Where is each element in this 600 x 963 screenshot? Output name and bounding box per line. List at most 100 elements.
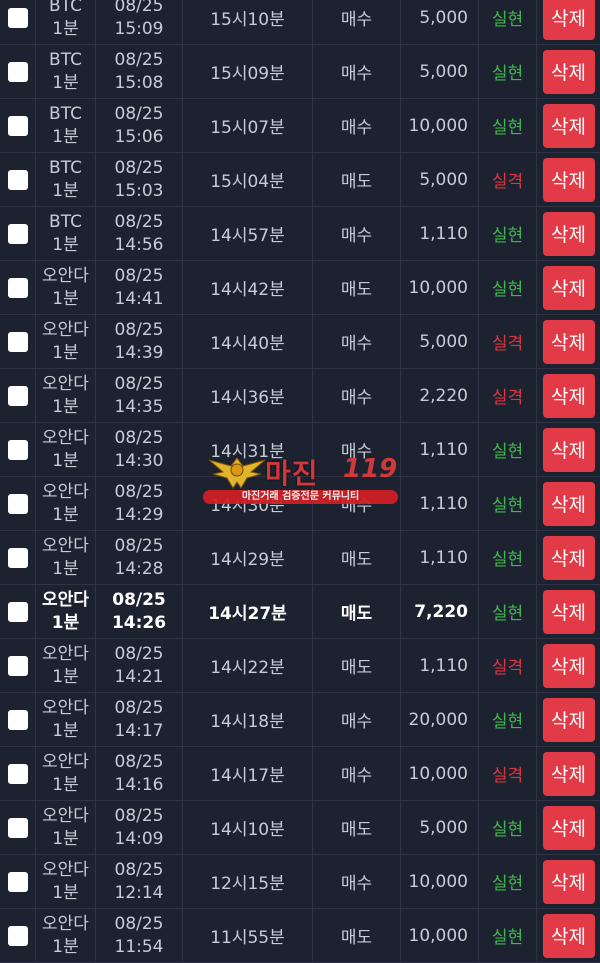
row-checkbox[interactable]: [7, 385, 28, 406]
row-checkbox[interactable]: [7, 169, 28, 190]
amount-cell: 5,000: [401, 801, 479, 854]
round-cell: 11시55분: [183, 909, 313, 962]
row-checkbox[interactable]: [7, 223, 28, 244]
delete-button[interactable]: 삭제: [542, 265, 595, 310]
row-checkbox[interactable]: [7, 7, 28, 28]
round-label: 14시29분: [210, 550, 285, 570]
round-label: 14시36분: [210, 388, 285, 408]
round-cell: 15시10분: [183, 0, 313, 44]
delete-cell: 삭제: [537, 639, 600, 692]
direction-cell: 매도: [313, 261, 401, 314]
delete-button[interactable]: 삭제: [542, 751, 595, 796]
delete-button[interactable]: 삭제: [542, 211, 595, 256]
row-checkbox[interactable]: [7, 601, 28, 622]
delete-button[interactable]: 삭제: [542, 913, 595, 958]
symbol-label: 오안다: [42, 427, 89, 448]
delete-button[interactable]: 삭제: [542, 697, 595, 742]
order-time: 14:30: [114, 450, 164, 471]
order-time-cell: 08/25 14:21: [96, 639, 183, 692]
row-checkbox[interactable]: [7, 115, 28, 136]
delete-button[interactable]: 삭제: [542, 805, 595, 850]
order-time-cell: 08/25 15:06: [96, 99, 183, 152]
delete-button[interactable]: 삭제: [542, 859, 595, 904]
delete-button[interactable]: 삭제: [542, 157, 595, 202]
result-status: 실현: [491, 928, 524, 948]
result-status: 실격: [491, 766, 524, 786]
amount-value: 1,110: [419, 223, 468, 244]
order-date: 08/25: [114, 913, 164, 934]
row-checkbox[interactable]: [7, 277, 28, 298]
row-checkbox[interactable]: [7, 439, 28, 460]
delete-button[interactable]: 삭제: [542, 643, 595, 688]
delete-cell: 삭제: [537, 585, 600, 638]
round-cell: 14시36분: [183, 369, 313, 422]
period-label: 1분: [52, 882, 79, 903]
delete-button[interactable]: 삭제: [542, 0, 595, 40]
round-label: 15시04분: [210, 172, 285, 192]
delete-button[interactable]: 삭제: [542, 589, 595, 634]
row-checkbox[interactable]: [7, 871, 28, 892]
order-time-cell: 08/25 14:09: [96, 801, 183, 854]
symbol-cell: 오안다 1분: [36, 585, 96, 638]
amount-value: 1,110: [419, 547, 468, 568]
direction-cell: 매수: [313, 693, 401, 746]
round-cell: 14시18분: [183, 693, 313, 746]
direction-label: 매도: [340, 928, 373, 948]
row-select-cell: [0, 477, 36, 530]
direction-label: 매도: [340, 172, 373, 192]
delete-cell: 삭제: [537, 477, 600, 530]
direction-cell: 매도: [313, 801, 401, 854]
symbol-label: BTC: [49, 157, 82, 178]
row-select-cell: [0, 693, 36, 746]
period-label: 1분: [52, 828, 79, 849]
row-checkbox[interactable]: [7, 493, 28, 514]
row-select-cell: [0, 207, 36, 260]
row-checkbox[interactable]: [7, 763, 28, 784]
order-time: 14:56: [114, 234, 164, 255]
row-select-cell: [0, 423, 36, 476]
row-select-cell: [0, 261, 36, 314]
row-checkbox[interactable]: [7, 331, 28, 352]
period-label: 1분: [52, 936, 79, 957]
amount-value: 5,000: [419, 7, 468, 28]
symbol-cell: 오안다 1분: [36, 855, 96, 908]
order-date: 08/25: [114, 643, 164, 664]
symbol-cell: 오안다 1분: [36, 909, 96, 962]
symbol-label: 오안다: [42, 481, 89, 502]
round-label: 15시10분: [210, 10, 285, 30]
order-time-cell: 08/25 14:39: [96, 315, 183, 368]
order-time: 14:17: [114, 720, 164, 741]
delete-button[interactable]: 삭제: [542, 481, 595, 526]
order-time: 15:03: [114, 180, 164, 201]
symbol-label: 오안다: [42, 697, 89, 718]
row-checkbox[interactable]: [7, 817, 28, 838]
row-checkbox[interactable]: [7, 709, 28, 730]
delete-button[interactable]: 삭제: [542, 103, 595, 148]
delete-button[interactable]: 삭제: [542, 535, 595, 580]
row-checkbox[interactable]: [7, 61, 28, 82]
table-row: 오안다 1분 08/25 14:29 14시30분 매수 1,110 실현 삭제: [0, 477, 600, 531]
delete-cell: 삭제: [537, 315, 600, 368]
direction-cell: 매수: [313, 207, 401, 260]
result-status: 실현: [491, 496, 524, 516]
order-time-cell: 08/25 14:26: [96, 585, 183, 638]
direction-cell: 매수: [313, 369, 401, 422]
row-checkbox[interactable]: [7, 925, 28, 946]
table-row: 오안다 1분 08/25 14:16 14시17분 매수 10,000 실격 삭…: [0, 747, 600, 801]
result-cell: 실현: [479, 207, 537, 260]
row-checkbox[interactable]: [7, 655, 28, 676]
round-cell: 14시42분: [183, 261, 313, 314]
result-cell: 실격: [479, 369, 537, 422]
result-status: 실현: [491, 874, 524, 894]
direction-label: 매수: [340, 442, 373, 462]
round-cell: 14시10분: [183, 801, 313, 854]
direction-cell: 매수: [313, 855, 401, 908]
row-checkbox[interactable]: [7, 547, 28, 568]
direction-label: 매도: [340, 604, 373, 624]
delete-button[interactable]: 삭제: [542, 319, 595, 364]
delete-button[interactable]: 삭제: [542, 373, 595, 418]
delete-button[interactable]: 삭제: [542, 49, 595, 94]
amount-cell: 5,000: [401, 45, 479, 98]
result-cell: 실현: [479, 423, 537, 476]
delete-button[interactable]: 삭제: [542, 427, 595, 472]
